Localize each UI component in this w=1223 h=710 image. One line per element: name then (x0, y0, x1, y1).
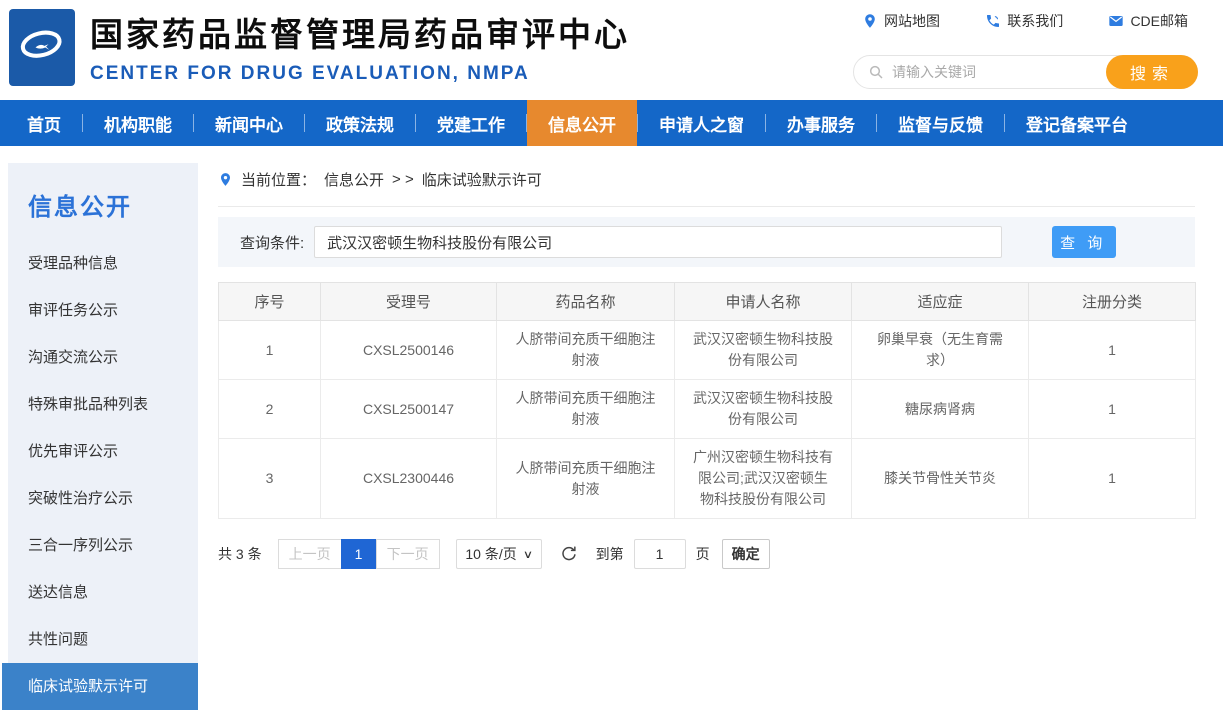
table-cell: CXSL2500147 (321, 380, 497, 439)
header-link-3[interactable]: CDE邮箱 (1108, 11, 1188, 31)
site-header: 国家药品监督管理局药品审评中心 CENTER FOR DRUG EVALUATI… (0, 0, 1223, 100)
table-cell: 武汉汉密顿生物科技股份有限公司 (675, 380, 852, 439)
table-cell: 膝关节骨性关节炎 (852, 439, 1029, 519)
query-panel: 查询条件: 查 询 (218, 217, 1195, 267)
table-cell: 1 (1029, 380, 1196, 439)
site-search-input[interactable] (884, 64, 1106, 80)
page-1-button[interactable]: 1 (341, 539, 377, 569)
table-cell: 卵巢早衰（无生育需求） (852, 321, 1029, 380)
breadcrumb: 当前位置： 信息公开 > > 临床试验默示许可 (218, 163, 1195, 207)
table-row: 3CXSL2300446人脐带间充质干细胞注射液广州汉密顿生物科技有限公司;武汉… (219, 439, 1196, 519)
table-header-cell: 申请人名称 (675, 283, 852, 321)
confirm-button[interactable]: 确定 (722, 539, 770, 569)
nav-item-4[interactable]: 政策法规 (305, 100, 415, 146)
sidebar-item-2[interactable]: 审评任务公示 (8, 287, 198, 334)
query-input[interactable] (314, 226, 1002, 258)
nav-item-8[interactable]: 办事服务 (766, 100, 876, 146)
table-cell: 1 (1029, 439, 1196, 519)
prev-page-button[interactable]: 上一页 (278, 539, 342, 569)
table-header-cell: 受理号 (321, 283, 497, 321)
chevron-down-icon: ∨ (523, 548, 533, 561)
sidebar-item-7[interactable]: 三合一序列公示 (8, 522, 198, 569)
header-link-label: 网站地图 (884, 11, 940, 31)
nav-item-10[interactable]: 登记备案平台 (1005, 100, 1149, 146)
goto-page-unit: 页 (696, 544, 710, 564)
sidebar-title: 信息公开 (8, 163, 198, 232)
search-icon (868, 64, 884, 80)
nav-item-2[interactable]: 机构职能 (83, 100, 193, 146)
header-quick-links: 网站地图 联系我们 CDE邮箱 (862, 11, 1188, 31)
page-size-select[interactable]: 10 条/页 ∨ (456, 539, 542, 569)
site-search-bar: 搜索 (853, 55, 1198, 89)
cde-logo-swoosh-icon (16, 19, 68, 76)
header-link-label: CDE邮箱 (1130, 11, 1188, 31)
sidebar: 信息公开 受理品种信息审评任务公示沟通交流公示特殊审批品种列表优先审评公示突破性… (8, 163, 198, 710)
sidebar-item-3[interactable]: 沟通交流公示 (8, 334, 198, 381)
table-header-cell: 注册分类 (1029, 283, 1196, 321)
phone-icon (985, 13, 1001, 29)
results-table: 序号受理号药品名称申请人名称适应症注册分类 1CXSL2500146人脐带间充质… (218, 282, 1196, 519)
site-title: 国家药品监督管理局药品审评中心 (90, 8, 630, 56)
sidebar-item-10[interactable]: 临床试验默示许可 (2, 663, 198, 710)
table-header-cell: 药品名称 (497, 283, 675, 321)
cde-logo[interactable] (9, 9, 75, 86)
table-header-row: 序号受理号药品名称申请人名称适应症注册分类 (219, 283, 1196, 321)
table-cell: CXSL2300446 (321, 439, 497, 519)
envelope-icon (1108, 13, 1124, 29)
content: 当前位置： 信息公开 > > 临床试验默示许可 查询条件: 查 询 序号受理号药… (218, 163, 1195, 569)
location-pin-icon (218, 172, 233, 187)
page-size-value: 10 条/页 (465, 544, 516, 564)
header-link-2[interactable]: 联系我们 (985, 11, 1063, 31)
nav-item-6[interactable]: 信息公开 (527, 100, 637, 146)
site-titles: 国家药品监督管理局药品审评中心 CENTER FOR DRUG EVALUATI… (90, 8, 630, 85)
query-button[interactable]: 查 询 (1052, 226, 1116, 258)
main-nav: 首页机构职能新闻中心政策法规党建工作信息公开申请人之窗办事服务监督与反馈登记备案… (0, 100, 1223, 146)
pagination: 共 3 条 上一页 1 下一页 10 条/页 ∨ 到第 页 确定 (218, 539, 1195, 569)
table-row: 2CXSL2500147人脐带间充质干细胞注射液武汉汉密顿生物科技股份有限公司糖… (219, 380, 1196, 439)
table-cell: 武汉汉密顿生物科技股份有限公司 (675, 321, 852, 380)
nav-item-7[interactable]: 申请人之窗 (638, 100, 765, 146)
pagination-pages: 上一页 1 下一页 (278, 539, 440, 569)
sidebar-item-9[interactable]: 共性问题 (8, 616, 198, 663)
sidebar-items: 受理品种信息审评任务公示沟通交流公示特殊审批品种列表优先审评公示突破性治疗公示三… (8, 240, 198, 710)
sidebar-item-4[interactable]: 特殊审批品种列表 (8, 381, 198, 428)
nav-item-9[interactable]: 监督与反馈 (877, 100, 1004, 146)
goto-page-label: 到第 (596, 544, 624, 564)
header-link-1[interactable]: 网站地图 (862, 11, 940, 31)
pagination-total: 共 3 条 (218, 544, 262, 564)
nav-item-1[interactable]: 首页 (6, 100, 82, 146)
site-subtitle: CENTER FOR DRUG EVALUATION, NMPA (90, 63, 630, 85)
site-search-button[interactable]: 搜索 (1106, 55, 1198, 89)
table-cell: 糖尿病肾病 (852, 380, 1029, 439)
table-cell: 2 (219, 380, 321, 439)
table-row: 1CXSL2500146人脐带间充质干细胞注射液武汉汉密顿生物科技股份有限公司卵… (219, 321, 1196, 380)
breadcrumb-current: 临床试验默示许可 (422, 169, 542, 190)
table-header-cell: 序号 (219, 283, 321, 321)
nav-item-3[interactable]: 新闻中心 (194, 100, 304, 146)
table-cell: 3 (219, 439, 321, 519)
table-cell: 1 (1029, 321, 1196, 380)
location-pin-icon (862, 13, 878, 29)
table-header-cell: 适应症 (852, 283, 1029, 321)
sidebar-item-1[interactable]: 受理品种信息 (8, 240, 198, 287)
sidebar-item-6[interactable]: 突破性治疗公示 (8, 475, 198, 522)
table-cell: 1 (219, 321, 321, 380)
header-link-label: 联系我们 (1007, 11, 1063, 31)
table-cell: 广州汉密顿生物科技有限公司;武汉汉密顿生物科技股份有限公司 (675, 439, 852, 519)
nav-item-5[interactable]: 党建工作 (416, 100, 526, 146)
query-label: 查询条件: (240, 232, 304, 253)
sidebar-item-5[interactable]: 优先审评公示 (8, 428, 198, 475)
table-cell: 人脐带间充质干细胞注射液 (497, 321, 675, 380)
breadcrumb-prefix: 当前位置： (241, 169, 316, 190)
next-page-button[interactable]: 下一页 (376, 539, 440, 569)
breadcrumb-separator: > > (392, 171, 414, 188)
goto-page-input[interactable] (634, 539, 686, 569)
sidebar-item-8[interactable]: 送达信息 (8, 569, 198, 616)
breadcrumb-section-link[interactable]: 信息公开 (324, 169, 384, 190)
table-cell: CXSL2500146 (321, 321, 497, 380)
table-cell: 人脐带间充质干细胞注射液 (497, 439, 675, 519)
page: 国家药品监督管理局药品审评中心 CENTER FOR DRUG EVALUATI… (0, 0, 1223, 710)
refresh-icon[interactable] (560, 545, 578, 563)
table-cell: 人脐带间充质干细胞注射液 (497, 380, 675, 439)
